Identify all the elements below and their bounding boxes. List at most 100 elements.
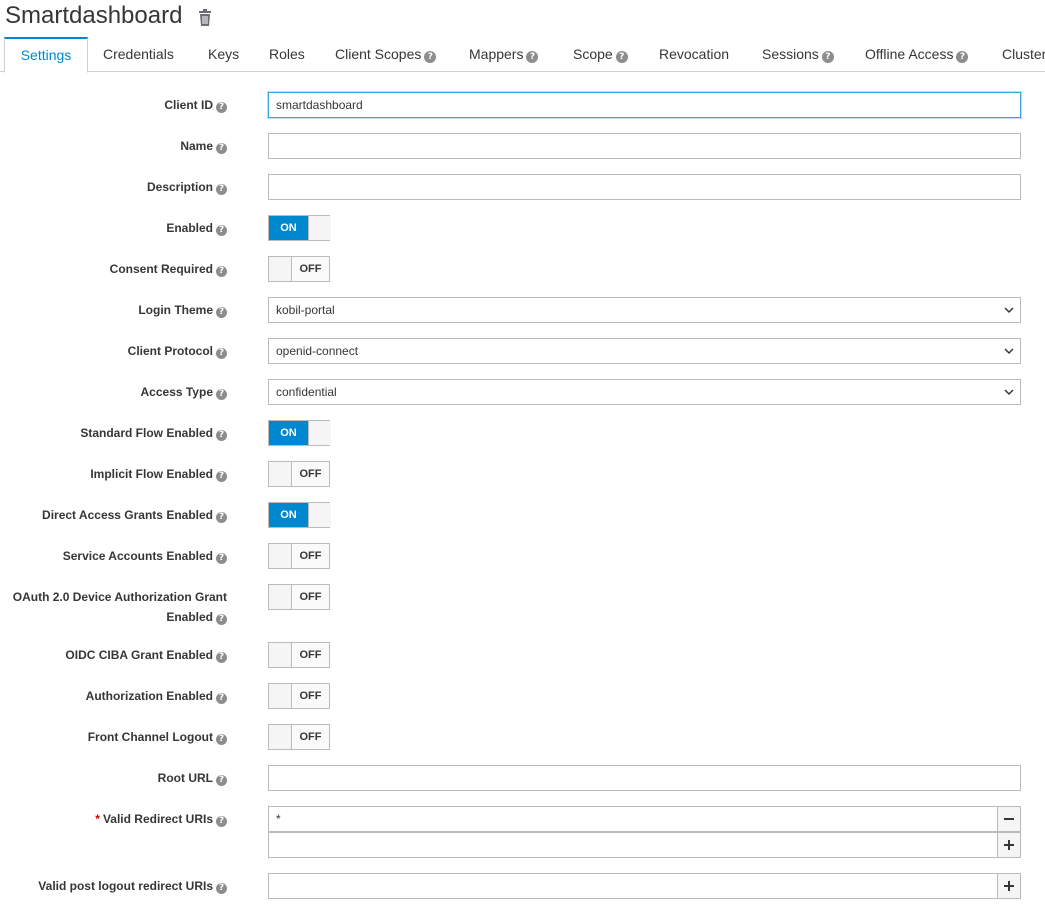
help-icon: ? [216,652,227,663]
post-logout-uri-input[interactable] [268,873,998,899]
name-input[interactable] [268,133,1021,159]
tab-label: Revocation [659,46,730,62]
redirect-uri-new-input[interactable] [268,832,998,858]
help-icon: ? [216,102,227,113]
oidc-ciba-toggle[interactable]: OFF [268,642,330,668]
toggle-state: ON [269,216,308,240]
help-icon: ? [424,51,437,63]
post-logout-uris-label: Valid post logout redirect URIs? [38,876,227,896]
toggle-state: OFF [299,731,322,743]
toggle-knob [269,684,292,708]
toggle-state: OFF [299,263,322,275]
oauth-device-toggle[interactable]: OFF [268,584,330,610]
help-icon: ? [216,512,227,523]
implicit-flow-label: Implicit Flow Enabled? [90,464,227,484]
access-type-select[interactable]: confidential [268,379,1021,405]
standard-flow-label: Standard Flow Enabled? [80,423,227,443]
enabled-toggle[interactable]: ON [268,215,331,241]
description-input[interactable] [268,174,1021,200]
toggle-knob [269,643,292,667]
help-icon: ? [216,348,227,359]
tab-label: Keys [208,46,240,62]
toggle-knob [308,503,331,527]
tab-roles[interactable]: Roles [269,37,305,72]
plus-icon [1004,840,1014,850]
help-icon: ? [216,389,227,400]
toggle-state: OFF [299,649,322,661]
tab-sessions[interactable]: Sessions? [762,37,834,72]
add-post-logout-uri-button[interactable] [997,873,1021,899]
chevron-down-icon [1004,389,1014,396]
tab-bar: Settings Credentials Keys Roles Client S… [0,37,1045,73]
toggle-state: ON [269,503,308,527]
help-icon: ? [216,266,227,277]
direct-access-label: Direct Access Grants Enabled? [42,505,227,525]
tab-label: Settings [20,47,72,63]
tab-label: Clusterin [1002,46,1045,62]
direct-access-toggle[interactable]: ON [268,502,331,528]
consent-required-label: Consent Required? [110,259,227,279]
page-header: Smartdashboard [5,0,212,32]
service-accounts-toggle[interactable]: OFF [268,543,330,569]
standard-flow-toggle[interactable]: ON [268,420,331,446]
help-icon: ? [216,184,227,195]
help-icon: ? [956,51,969,63]
select-value: kobil-portal [276,303,335,317]
add-uri-button[interactable] [997,832,1021,858]
tab-label: Roles [269,46,305,62]
remove-uri-button[interactable] [997,806,1021,832]
trash-icon[interactable] [198,8,212,26]
authorization-label: Authorization Enabled? [86,686,227,706]
toggle-state: OFF [299,468,322,480]
tab-clustering[interactable]: Clusterin [1002,37,1045,72]
enabled-label: Enabled? [166,218,227,238]
tab-offline-access[interactable]: Offline Access? [865,37,969,72]
help-icon: ? [216,734,227,745]
help-icon: ? [216,816,227,827]
help-icon: ? [216,693,227,704]
help-icon: ? [526,51,539,63]
chevron-down-icon [1004,348,1014,355]
oauth-device-label: OAuth 2.0 Device Authorization Grant Enab… [12,590,227,625]
tab-settings[interactable]: Settings [4,37,88,73]
root-url-label: Root URL? [158,768,227,788]
client-protocol-select[interactable]: openid-connect [268,338,1021,364]
redirect-uri-input[interactable]: * [268,806,998,832]
select-value: confidential [276,385,337,399]
help-icon: ? [216,430,227,441]
help-icon: ? [821,51,834,63]
client-id-input[interactable]: smartdashboard [268,92,1021,118]
toggle-state: OFF [299,591,322,603]
tab-label: Scope [573,46,613,62]
help-icon: ? [216,614,227,625]
toggle-knob [269,544,292,568]
help-icon: ? [216,225,227,236]
tab-label: Offline Access [865,46,954,62]
service-accounts-label: Service Accounts Enabled? [63,546,227,566]
tab-client-scopes[interactable]: Client Scopes? [335,37,437,72]
consent-required-toggle[interactable]: OFF [268,256,330,282]
tab-scope[interactable]: Scope? [573,37,628,72]
tab-mappers[interactable]: Mappers? [469,37,539,72]
tab-credentials[interactable]: Credentials [103,37,174,72]
plus-icon [1004,881,1014,891]
implicit-flow-toggle[interactable]: OFF [268,461,330,487]
toggle-knob [269,725,292,749]
minus-icon [1004,818,1014,820]
tab-revocation[interactable]: Revocation [659,37,729,72]
client-id-label: Client ID? [164,95,227,115]
help-icon: ? [216,553,227,564]
oidc-ciba-label: OIDC CIBA Grant Enabled? [65,645,227,665]
authorization-toggle[interactable]: OFF [268,683,330,709]
root-url-input[interactable] [268,765,1021,791]
help-icon: ? [216,143,227,154]
toggle-knob [269,257,292,281]
tab-label: Mappers [469,46,524,62]
toggle-knob [269,462,292,486]
tab-keys[interactable]: Keys [208,37,239,72]
front-channel-logout-toggle[interactable]: OFF [268,724,330,750]
help-icon: ? [615,51,628,63]
tab-label: Client Scopes [335,46,422,62]
toggle-state: OFF [299,690,322,702]
login-theme-select[interactable]: kobil-portal [268,297,1021,323]
